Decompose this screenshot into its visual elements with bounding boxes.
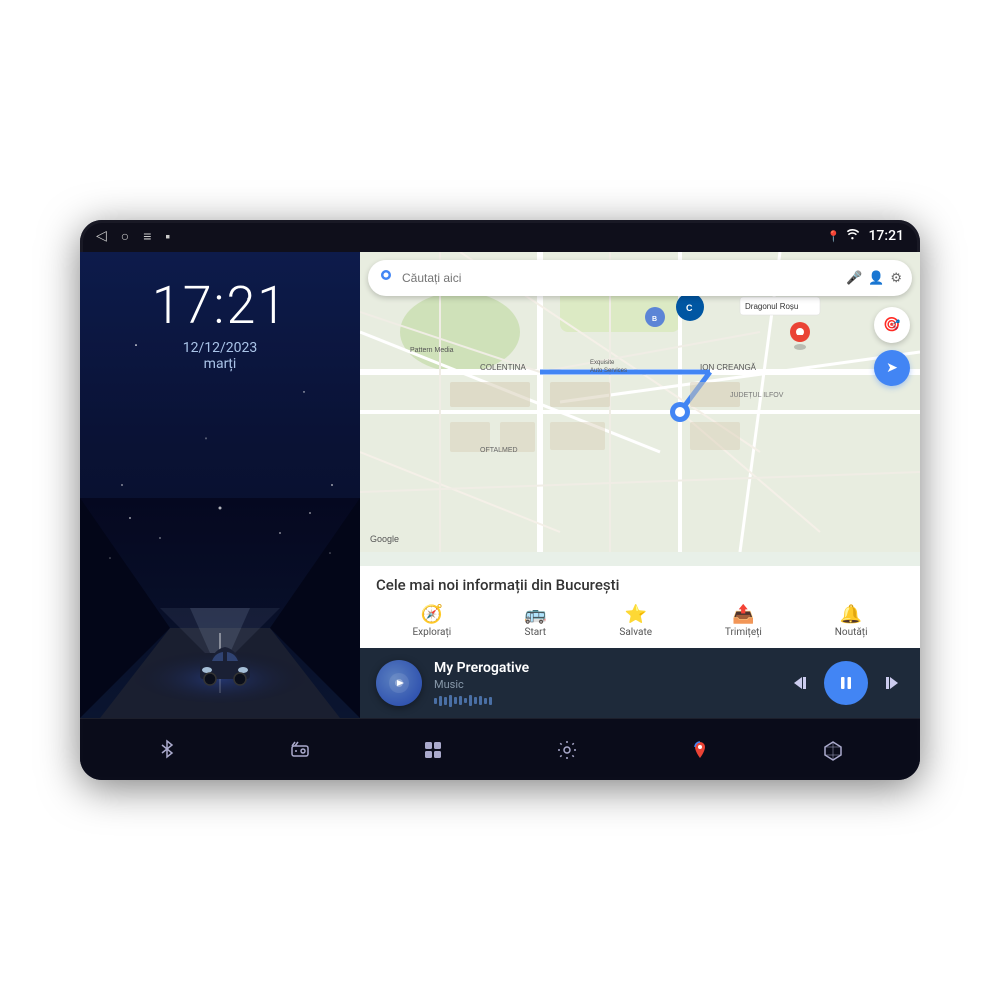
saved-nav[interactable]: ⭐ Salvate	[619, 604, 652, 638]
google-maps-dock-icon	[689, 739, 711, 761]
left-panel: 17:21 12/12/2023 marți	[80, 252, 360, 718]
bluetooth-dock-item[interactable]	[148, 735, 186, 765]
svg-text:C: C	[686, 303, 693, 313]
bottom-dock	[80, 718, 920, 780]
navigate-button[interactable]: ➤	[874, 350, 910, 386]
music-source: Music	[434, 678, 776, 691]
clock-section: 17:21 12/12/2023 marți	[152, 252, 288, 372]
nav-icons: ◁ ○ ≡ ▪	[96, 228, 170, 245]
map-container: COLENTINA ION CREANGĂ OFTALMED C Dragonu…	[360, 252, 920, 566]
music-waveform	[434, 695, 776, 707]
apps-dock-item[interactable]	[414, 735, 452, 765]
location-button[interactable]: 🎯	[874, 307, 910, 343]
car-scene	[80, 498, 360, 718]
microphone-icon[interactable]: 🎤	[846, 271, 862, 286]
music-player: My Prerogative Music	[360, 648, 920, 718]
maps-dock-item[interactable]	[681, 735, 719, 765]
home-icon[interactable]: ○	[121, 228, 129, 245]
waveform-bar-6	[459, 696, 462, 705]
map-info-title: Cele mai noi informații din București	[376, 576, 904, 594]
waveform-bar-8	[469, 695, 472, 706]
apps-icon	[422, 739, 444, 761]
start-label: Start	[525, 627, 547, 638]
explore-label: Explorați	[412, 627, 451, 638]
main-content: 17:21 12/12/2023 marți	[80, 252, 920, 718]
svg-text:ION CREANGĂ: ION CREANGĂ	[700, 363, 757, 372]
waveform-bar-1	[434, 698, 437, 704]
right-panel: COLENTINA ION CREANGĂ OFTALMED C Dragonu…	[360, 252, 920, 718]
clock-time: 17:21	[152, 280, 288, 332]
waveform-bar-11	[484, 698, 487, 704]
radio-dock-item[interactable]	[281, 735, 319, 765]
news-nav[interactable]: 🔔 Noutăți	[835, 604, 868, 638]
svg-text:Pattern Media: Pattern Media	[410, 347, 454, 354]
start-nav[interactable]: 🚌 Start	[524, 604, 546, 638]
search-bar[interactable]: 🎤 👤 ⚙	[368, 260, 912, 296]
next-button[interactable]	[878, 670, 904, 696]
status-bar: ◁ ○ ≡ ▪ 📍 17:21	[80, 220, 920, 252]
share-label: Trimițeți	[725, 627, 762, 638]
clock-status: 17:21	[868, 228, 904, 244]
svg-text:B: B	[652, 316, 657, 323]
status-right: 📍 17:21	[827, 228, 904, 244]
svg-text:Dragonul Roșu: Dragonul Roșu	[745, 302, 798, 311]
options-icon[interactable]: ⚙	[890, 271, 902, 286]
wifi-icon	[846, 229, 860, 244]
clock-day: marți	[152, 356, 288, 372]
saved-icon: ⭐	[625, 604, 647, 625]
svg-text:COLENTINA: COLENTINA	[480, 363, 526, 372]
google-maps-icon	[378, 268, 394, 288]
svg-text:Exquisite: Exquisite	[590, 360, 615, 366]
square-icon[interactable]: ▪	[165, 228, 170, 245]
previous-button[interactable]	[788, 670, 814, 696]
waveform-bar-2	[439, 696, 442, 706]
music-info: My Prerogative Music	[434, 660, 776, 707]
waveform-bar-7	[464, 698, 467, 703]
settings-icon	[556, 739, 578, 761]
music-title: My Prerogative	[434, 660, 776, 676]
share-icon: 📤	[732, 604, 754, 625]
explore-nav[interactable]: 🧭 Explorați	[412, 604, 451, 638]
news-icon: 🔔	[840, 604, 862, 625]
music-controls	[788, 661, 904, 705]
svg-text:OFTALMED: OFTALMED	[480, 447, 518, 454]
news-label: Noutăți	[835, 627, 868, 638]
bluetooth-icon	[156, 739, 178, 761]
map-info: Cele mai noi informații din București 🧭 …	[360, 566, 920, 648]
search-input[interactable]	[402, 271, 846, 285]
waveform-bar-10	[479, 696, 482, 705]
back-icon[interactable]: ◁	[96, 228, 107, 244]
album-art	[376, 660, 422, 706]
profile-icon[interactable]: 👤	[868, 271, 884, 286]
waveform-bar-4	[449, 695, 452, 707]
explore-icon: 🧭	[421, 604, 443, 625]
saved-label: Salvate	[619, 627, 652, 638]
svg-text:Google: Google	[370, 534, 399, 544]
play-pause-button[interactable]	[824, 661, 868, 705]
waveform-bar-9	[474, 697, 477, 704]
settings-dock-item[interactable]	[548, 735, 586, 765]
cube-dock-item[interactable]	[814, 735, 852, 765]
waveform-bar-12	[489, 697, 492, 705]
share-nav[interactable]: 📤 Trimițeți	[725, 604, 762, 638]
cube-icon	[822, 739, 844, 761]
device-frame: ◁ ○ ≡ ▪ 📍 17:21 17:21 12/12/2023	[80, 220, 920, 780]
map-nav-bar: 🧭 Explorați 🚌 Start ⭐ Salvate 📤 Trimițeț…	[376, 604, 904, 638]
search-actions: 🎤 👤 ⚙	[846, 271, 902, 286]
start-icon: 🚌	[524, 604, 546, 625]
svg-text:JUDEȚUL ILFOV: JUDEȚUL ILFOV	[730, 392, 784, 399]
location-icon: 📍	[827, 230, 841, 243]
svg-text:Auto Services: Auto Services	[590, 368, 627, 374]
clock-date: 12/12/2023	[152, 340, 288, 356]
menu-icon[interactable]: ≡	[143, 228, 151, 245]
waveform-bar-3	[444, 697, 447, 705]
radio-icon	[289, 739, 311, 761]
waveform-bar-5	[454, 697, 457, 704]
